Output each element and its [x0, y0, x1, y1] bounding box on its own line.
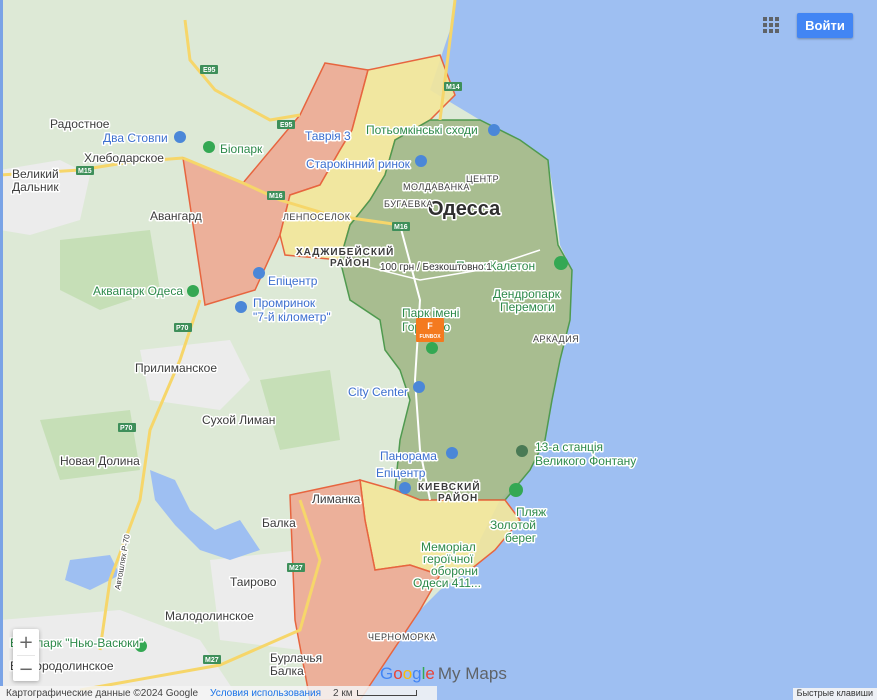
monument-icon [174, 131, 186, 143]
svg-text:M14: M14 [446, 84, 460, 91]
scale-bar [356, 689, 417, 696]
svg-text:ДендропаркПеремоги: Дендропарк Перемоги [493, 287, 561, 314]
district-bugaevka: БУГАЕВКА [384, 199, 433, 209]
district-arkadia: АРКАДИЯ [533, 334, 579, 344]
svg-text:E95: E95 [203, 67, 216, 74]
zoom-in-button[interactable]: + [13, 629, 39, 655]
svg-text:M16: M16 [269, 193, 283, 200]
place-velikiy-dalnik: Великий Дальник [12, 167, 59, 194]
road-shield-m27b: M27 [203, 655, 221, 664]
poi-stantsia[interactable]: 13-а станція Великого Фонтану [516, 439, 638, 470]
shopping-bag-icon [253, 267, 265, 279]
google-my-maps-logo: Google My Maps [380, 664, 507, 683]
poi-starokinny[interactable]: Старокінний ринок [305, 155, 427, 173]
place-prilimanskoe: Прилиманское [135, 361, 217, 375]
svg-text:Аквапарк Одеса: Аквапарк Одеса [93, 284, 183, 298]
district-centr: ЦЕНТР [466, 174, 499, 184]
place-radostnoe: Радостное [50, 117, 110, 131]
map-left-border [0, 0, 3, 686]
road-shield-p70b: P70 [118, 423, 136, 432]
road-shield-e95b: E95 [277, 120, 295, 129]
paw-icon [203, 141, 215, 153]
camera-icon [488, 124, 500, 136]
shopping-bag-icon [399, 482, 411, 494]
road-shield-p70a: P70 [174, 323, 192, 332]
district-lenposelok: ЛЕНПОСЕЛОК [283, 212, 351, 222]
svg-text:M15: M15 [78, 168, 92, 175]
station-icon [516, 445, 528, 457]
place-tairovo: Таирово [230, 575, 277, 589]
market-pin-icon [235, 301, 247, 313]
terms-link[interactable]: Условия использования [210, 688, 321, 699]
zoom-control: + − [13, 629, 39, 681]
poi-tavria[interactable]: Таврія 3 [304, 128, 353, 145]
svg-text:FUNBOX: FUNBOX [419, 334, 441, 340]
svg-text:Епіцентр: Епіцентр [376, 466, 426, 480]
copyright-text: Картографические данные ©2024 Google [6, 687, 199, 699]
zoom-out-button[interactable]: − [13, 656, 39, 682]
beach-icon [554, 256, 568, 270]
city-label: Одесса [428, 198, 501, 220]
svg-text:E95: E95 [280, 122, 293, 129]
cart-icon [415, 155, 427, 167]
district-chernomorka: ЧЕРНОМОРКА [368, 632, 436, 642]
place-hlebodarskoe: Хлебодарское [84, 151, 164, 165]
road-shield-m16a: M16 [267, 191, 285, 200]
poi-memorial[interactable]: Меморіал героїчної оборони Одеси 411... [412, 539, 483, 592]
svg-text:МеморіалгероїчноїоборониОдеси: Меморіал героїчної оборони Одеси 411... [413, 540, 481, 590]
park-pin-icon [426, 342, 438, 354]
shopping-bag-icon [413, 381, 425, 393]
place-novaya-dolina: Новая Долина [60, 454, 140, 468]
road-shield-m16b: M16 [392, 222, 410, 231]
svg-text:P70: P70 [120, 425, 133, 432]
poi-dendropark[interactable]: Дендропарк Перемоги [492, 286, 563, 316]
scale-indicator: 2 км [333, 688, 417, 699]
road-shield-m14: M14 [444, 82, 462, 91]
place-balka: Балка [262, 516, 296, 530]
place-limanka: Лиманка [312, 492, 361, 506]
place-suhoy-liman: Сухой Лиман [202, 413, 275, 427]
svg-text:Таврія 3: Таврія 3 [305, 129, 351, 143]
price-label: 100 грн / Безкоштовно 1 [380, 262, 492, 273]
svg-text:Старокінний ринок: Старокінний ринок [306, 157, 411, 171]
svg-text:F: F [427, 321, 433, 331]
beach-icon [509, 483, 523, 497]
shopping-bag-icon [446, 447, 458, 459]
svg-text:13-а станціяВеликого Фонтану: 13-а станція Великого Фонтану [535, 440, 636, 468]
svg-text:Панорама: Панорама [380, 449, 437, 463]
svg-text:M27: M27 [289, 565, 303, 572]
place-avangard: Авангард [150, 209, 202, 223]
road-shield-m27a: M27 [287, 563, 305, 572]
map-canvas[interactable]: E95 E95 M14 M15 M16 M16 P70 P70 M27 M27 … [0, 0, 877, 700]
svg-text:P70: P70 [176, 325, 189, 332]
keyboard-shortcuts-link[interactable]: Быстрые клавиши [792, 688, 877, 700]
svg-text:Потьомкінські сходи: Потьомкінські сходи [366, 123, 478, 137]
apps-grid-icon[interactable] [760, 14, 782, 36]
waterpark-icon [187, 285, 199, 297]
svg-text:City Center: City Center [348, 385, 408, 399]
svg-text:M16: M16 [394, 224, 408, 231]
road-shield-m15: M15 [76, 166, 94, 175]
road-shield-e95: E95 [200, 65, 218, 74]
svg-text:Епіцентр: Епіцентр [268, 274, 318, 288]
place-malodolinskoe: Малодолинское [165, 609, 254, 623]
map-footer: Картографические данные ©2024 Google Усл… [0, 686, 437, 700]
login-button[interactable]: Войти [797, 13, 853, 38]
svg-text:Два Стовпи: Два Стовпи [103, 131, 168, 145]
svg-text:M27: M27 [205, 657, 219, 664]
district-moldavanka: МОЛДАВАНКА [403, 182, 470, 192]
svg-text:Біопарк: Біопарк [220, 142, 263, 156]
